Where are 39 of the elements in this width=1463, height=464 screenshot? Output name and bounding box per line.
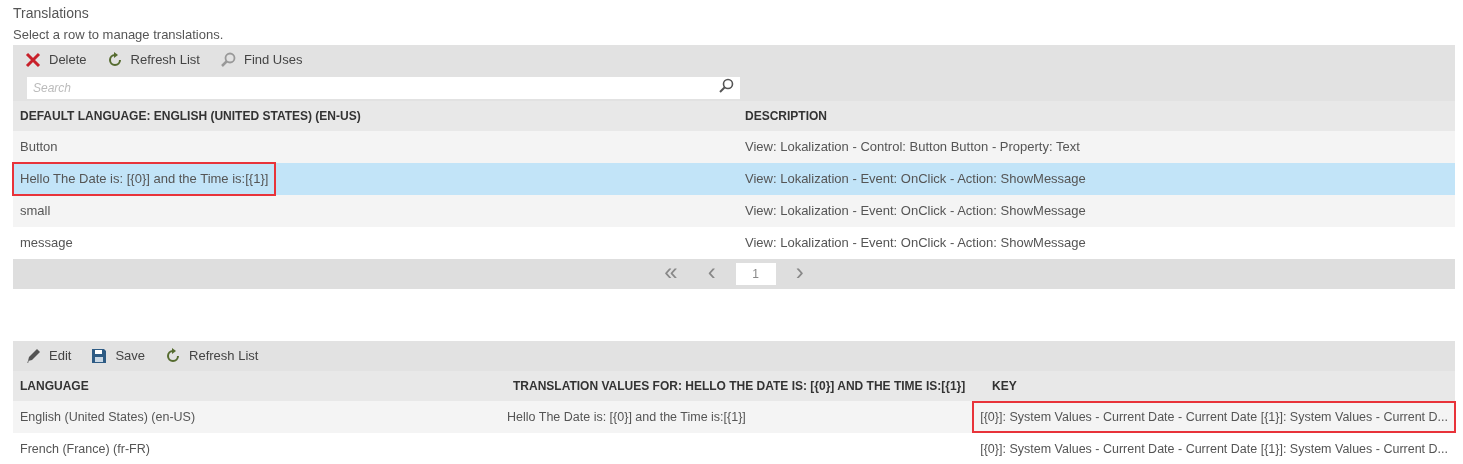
table-cell-text: View: Lokalization - Control: Button Button - Property: Text [744, 138, 1081, 157]
table-row[interactable]: Hello The Date is: [{0}] and the Time is:[{1}] View: Lokalization - Event: OnClick - Action: ShowMessage [13, 163, 1455, 195]
table-cell-text: small [19, 202, 52, 221]
close-icon [25, 52, 41, 68]
table-cell-text: View: Lokalization - Event: OnClick - Action: ShowMessage [744, 170, 1087, 189]
search-field[interactable]: Search [27, 77, 740, 99]
toolbar-button[interactable]: Save [91, 346, 146, 366]
refresh-icon [106, 52, 123, 68]
column-header[interactable]: DESCRIPTION [738, 101, 1455, 131]
table-cell-text: message [19, 234, 74, 253]
instruction-text: Select a row to manage translations. [13, 26, 225, 44]
search-icon [718, 78, 734, 94]
table-cell-text: Button [19, 138, 59, 157]
column-header[interactable]: LANGUAGE [13, 371, 506, 401]
table-row[interactable]: English (United States) (en-US) Hello The Date is: [{0}] and the Time is:[{1}] [{0}]: System Values - Current Date - Current Date [{1}]: System Values - Current D... [13, 401, 1455, 433]
toolbar-button[interactable]: Refresh List [165, 346, 259, 366]
column-header[interactable]: TRANSLATION VALUES FOR: HELLO THE DATE IS: [{0}] AND THE TIME IS:[{1}] [506, 371, 985, 401]
table-cell: Hello The Date is: [{0}] and the Time is:[{1}] [14, 164, 275, 194]
toolbar-button[interactable]: Refresh List [106, 50, 200, 70]
page-number-field[interactable]: 1 [735, 263, 776, 285]
table-cell-text: View: Lokalization - Event: OnClick - Action: ShowMessage [744, 234, 1087, 253]
toolbar-button[interactable]: Delete [25, 50, 87, 70]
table-row[interactable]: small View: Lokalization - Event: OnClick - Action: ShowMessage [13, 195, 1455, 227]
table-row[interactable]: Button View: Lokalization - Control: Button Button - Property: Text [13, 131, 1455, 163]
refresh-icon [165, 348, 182, 364]
table-cell-text: Hello The Date is: [{0}] and the Time is:[{1}] [506, 408, 747, 426]
pencil-icon [25, 348, 41, 364]
search-icon [219, 52, 236, 68]
save-icon [91, 348, 108, 364]
toolbar-button[interactable]: Find Uses [219, 50, 303, 70]
section-title: Translations [13, 4, 90, 23]
toolbar-button[interactable]: Edit [25, 346, 72, 366]
table-cell-text: English (United States) (en-US) [19, 408, 197, 426]
column-header[interactable]: DEFAULT LANGUAGE: ENGLISH (UNITED STATES) (EN-US) [13, 101, 738, 131]
table-cell-text: [{0}]: System Values - Current Date - Current Date [{1}]: System Values - Current D... [979, 440, 1449, 458]
table-cell-text: View: Lokalization - Event: OnClick - Action: ShowMessage [744, 202, 1087, 221]
table-cell: [{0}]: System Values - Current Date - Current Date [{1}]: System Values - Current D... [974, 402, 1454, 432]
table-cell-text: French (France) (fr-FR) [19, 440, 151, 458]
column-header[interactable]: KEY [985, 371, 1455, 401]
